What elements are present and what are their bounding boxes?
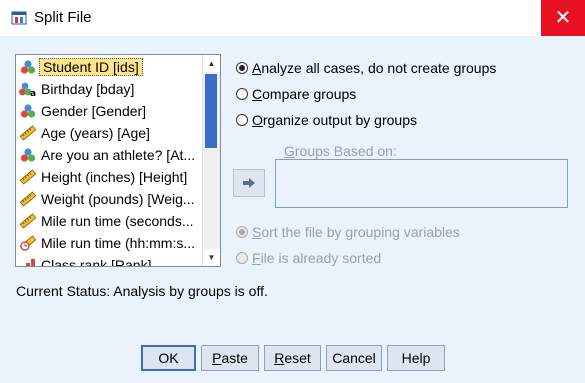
- scale-ruler-icon: [17, 168, 39, 186]
- string-nominal-icon: a: [17, 80, 39, 98]
- variable-label: Birthday [bday]: [41, 81, 135, 97]
- radio-analyze-all[interactable]: [236, 62, 248, 74]
- scale-ruler-icon: [17, 124, 39, 142]
- current-status-text: Current Status: Analysis by groups is of…: [16, 283, 268, 299]
- variable-label: Mile run time (seconds...: [41, 213, 194, 229]
- compare-groups-option[interactable]: Compare groups: [236, 86, 356, 102]
- radio-compare-groups[interactable]: [236, 88, 248, 100]
- variable-list-items: Student ID [ids] a Birthday [bday] Gender […: [17, 56, 205, 267]
- organize-output-label: Organize output by groups: [252, 112, 417, 128]
- sort-file-option[interactable]: Sort the file by grouping variables: [236, 224, 460, 240]
- groups-based-on-list[interactable]: [275, 159, 568, 208]
- groups-based-on-label: Groups Based on:: [284, 143, 397, 159]
- variable-list-item[interactable]: Weight (pounds) [Weig...: [17, 188, 205, 210]
- nominal-icon: [17, 146, 39, 164]
- variable-label: Class rank [Rank]: [41, 257, 152, 267]
- scale-ruler-icon: [17, 190, 39, 208]
- scroll-thumb[interactable]: [205, 74, 217, 148]
- variable-label: Height (inches) [Height]: [41, 169, 188, 185]
- variable-list-item[interactable]: Are you an athlete? [At...: [17, 144, 205, 166]
- variable-list-item[interactable]: Age (years) [Age]: [17, 122, 205, 144]
- already-sorted-label: File is already sorted: [252, 250, 382, 266]
- nominal-icon: [17, 58, 39, 76]
- variable-list-item[interactable]: Class rank [Rank]: [17, 254, 205, 267]
- variable-list-item[interactable]: a Birthday [bday]: [17, 78, 205, 100]
- variable-label: Are you an athlete? [At...: [41, 147, 196, 163]
- variable-list-item[interactable]: Gender [Gender]: [17, 100, 205, 122]
- close-button[interactable]: ✕: [541, 0, 585, 36]
- variable-list-item[interactable]: Student ID [ids]: [17, 56, 205, 78]
- scale-time-icon: [17, 234, 39, 252]
- compare-groups-label: Compare groups: [252, 86, 357, 102]
- variable-label: Student ID [ids]: [39, 58, 143, 76]
- already-sorted-option[interactable]: File is already sorted: [236, 250, 381, 266]
- scroll-down-arrow-icon[interactable]: ▼: [203, 249, 220, 266]
- ok-button[interactable]: OK: [141, 345, 196, 371]
- help-button[interactable]: Help: [387, 345, 445, 371]
- variable-label: Age (years) [Age]: [41, 125, 150, 141]
- variable-list-scrollbar[interactable]: ▲ ▼: [202, 55, 220, 266]
- sort-file-label: Sort the file by grouping variables: [252, 224, 460, 240]
- variable-list-item[interactable]: Height (inches) [Height]: [17, 166, 205, 188]
- title-bar: Split File ✕: [0, 0, 585, 36]
- paste-button[interactable]: Paste: [201, 345, 259, 371]
- radio-organize-output[interactable]: [236, 114, 248, 126]
- dialog-body: Student ID [ids] a Birthday [bday] Gender […: [0, 36, 585, 383]
- window-title: Split File: [34, 9, 92, 26]
- nominal-icon: [17, 102, 39, 120]
- radio-already-sorted[interactable]: [236, 252, 248, 264]
- arrow-right-icon: [243, 178, 255, 188]
- analyze-all-label: Analyze all cases, do not create groups: [252, 60, 497, 76]
- scroll-up-arrow-icon[interactable]: ▲: [203, 55, 220, 72]
- variable-list-item[interactable]: Mile run time (hh:mm:s...: [17, 232, 205, 254]
- spss-app-icon: [11, 11, 27, 25]
- cancel-button[interactable]: Cancel: [326, 345, 382, 371]
- analyze-all-option[interactable]: Analyze all cases, do not create groups: [236, 60, 496, 76]
- variable-label: Weight (pounds) [Weig...: [41, 191, 195, 207]
- scale-ruler-icon: [17, 212, 39, 230]
- organize-output-option[interactable]: Organize output by groups: [236, 112, 417, 128]
- variable-list[interactable]: Student ID [ids] a Birthday [bday] Gender […: [15, 54, 221, 267]
- radio-sort-file[interactable]: [236, 226, 248, 238]
- svg-text:a: a: [30, 89, 36, 97]
- variable-label: Mile run time (hh:mm:s...: [41, 235, 196, 251]
- move-to-groups-button[interactable]: [233, 169, 265, 197]
- ordinal-icon: [17, 256, 39, 266]
- reset-button[interactable]: Reset: [264, 345, 321, 371]
- variable-list-item[interactable]: Mile run time (seconds...: [17, 210, 205, 232]
- variable-label: Gender [Gender]: [41, 103, 147, 119]
